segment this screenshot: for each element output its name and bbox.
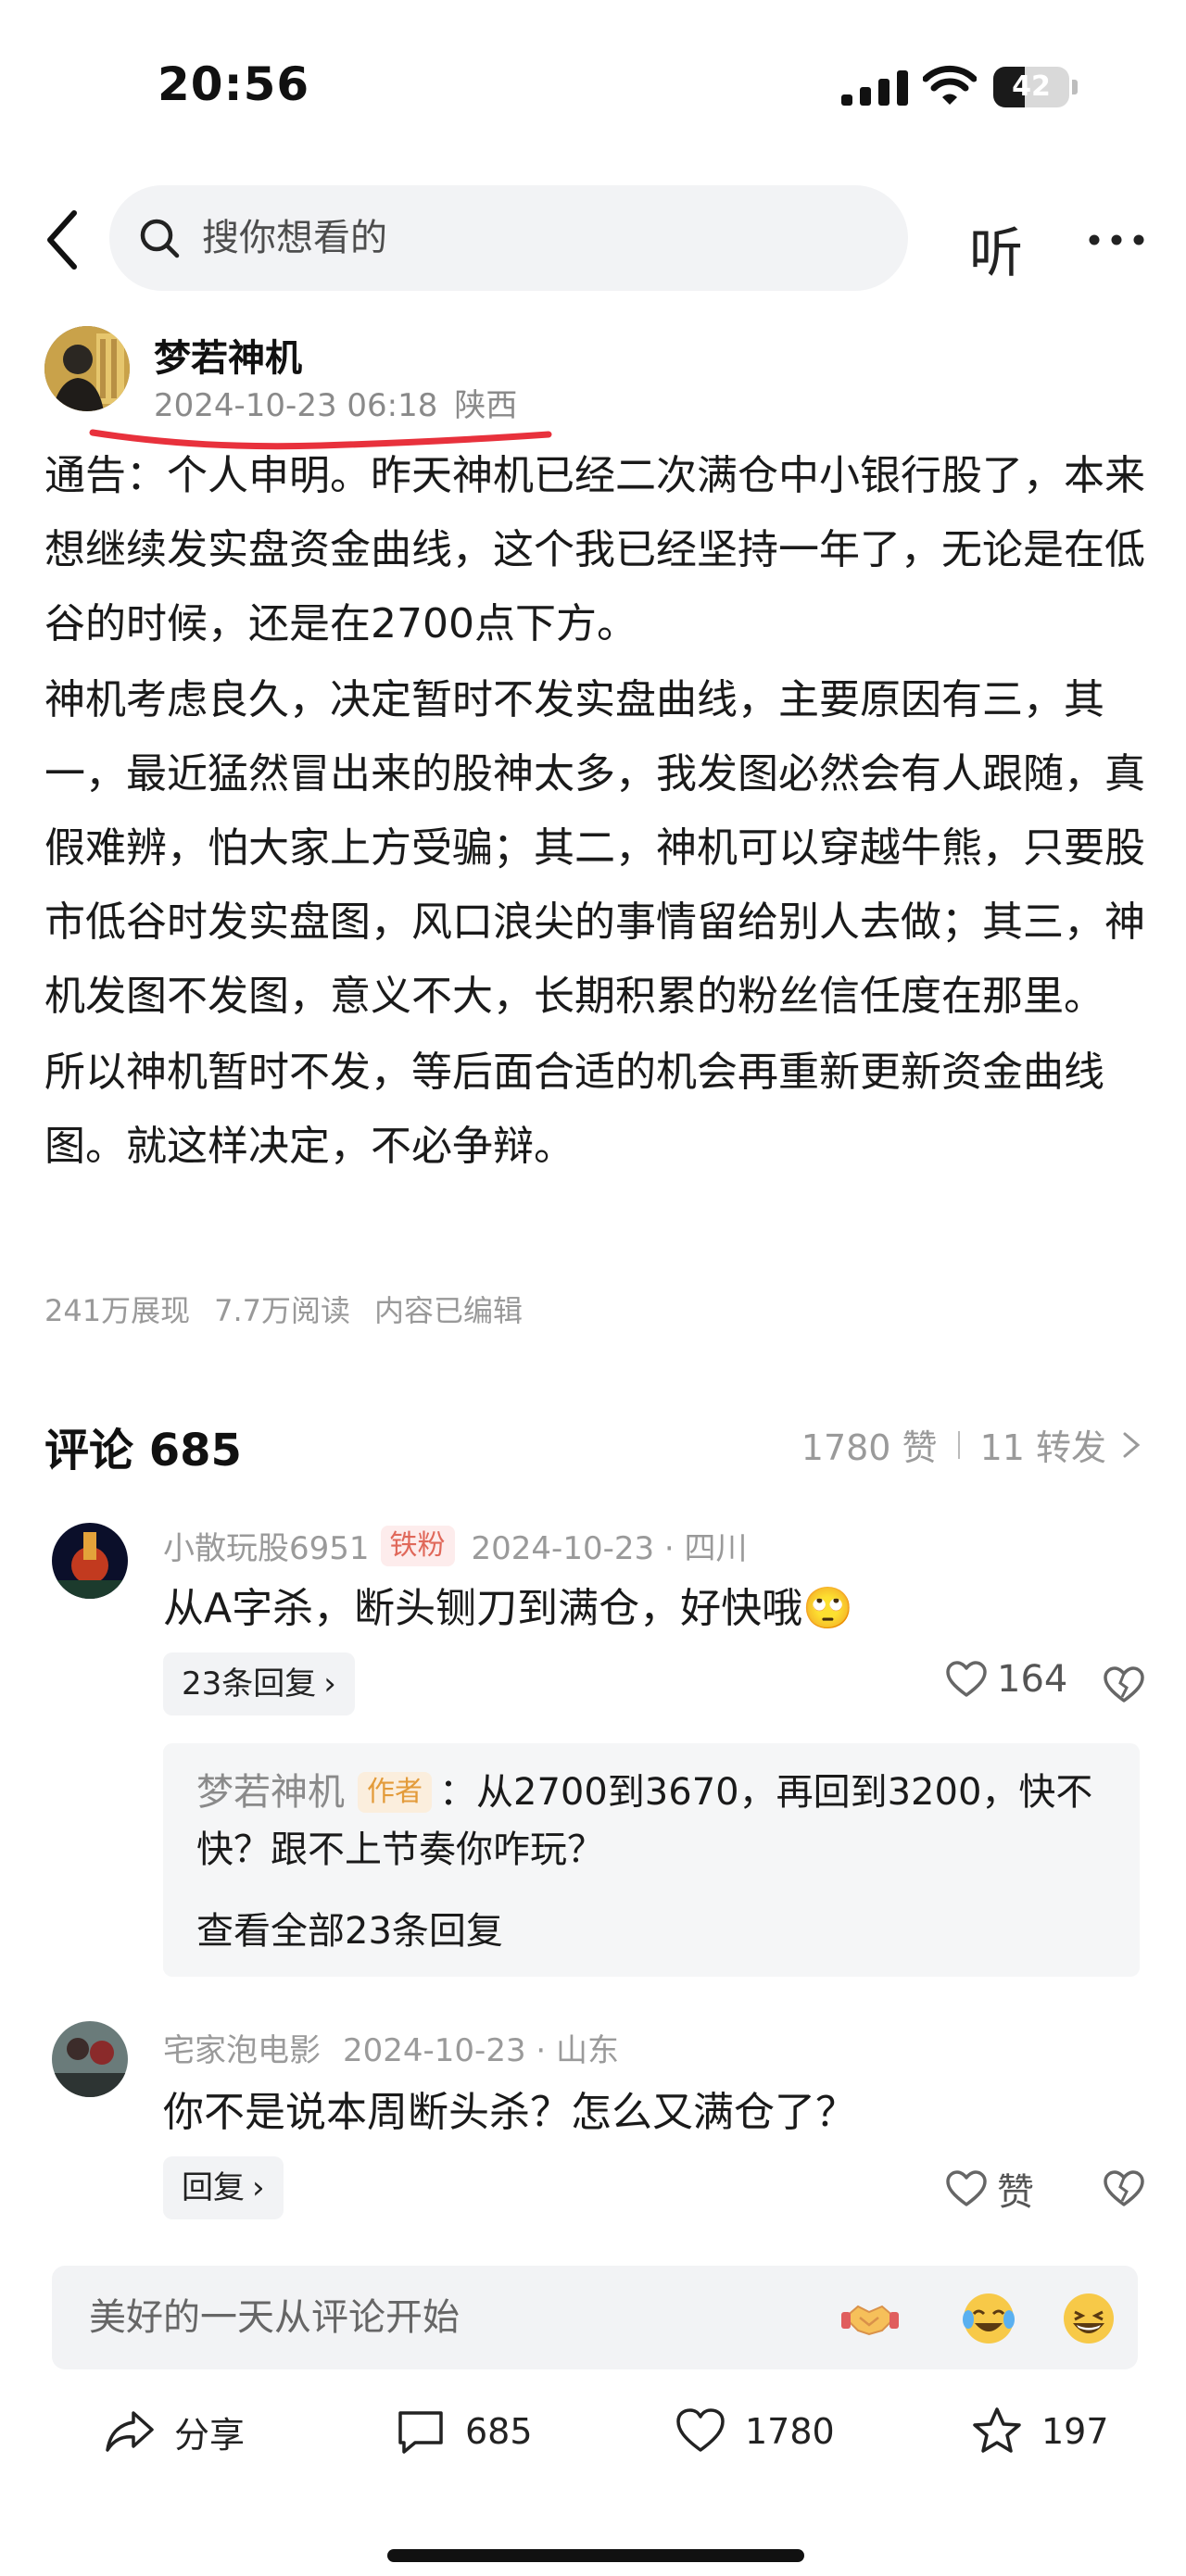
comment-like-count: 164 <box>997 1658 1068 1701</box>
battery-level: 42 <box>1012 70 1051 103</box>
likes-summary: 1780 赞 <box>801 1427 938 1468</box>
chevron-right-icon: › <box>252 2169 265 2206</box>
reply-label: 回复 <box>182 2169 245 2206</box>
share-icon <box>106 2411 154 2452</box>
post-paragraph: 神机考虑良久，决定暂时不发实盘曲线，主要原因有三，其一，最近猛然冒出来的股神太多… <box>44 676 1145 1020</box>
commenter-name[interactable]: 宅家泡电影 <box>163 2025 321 2070</box>
reply-author[interactable]: 梦若神机 <box>196 1771 345 1814</box>
commenter-avatar[interactable] <box>52 2021 128 2097</box>
share-button[interactable]: 分享 <box>104 2399 245 2464</box>
fan-badge: 铁粉 <box>380 1525 455 1566</box>
wifi-icon <box>923 65 977 105</box>
heart-outline-icon <box>946 1661 987 1697</box>
edited-label: 内容已编辑 <box>374 1293 524 1328</box>
comment-meta: 宅家泡电影 2024-10-23 · 山东 <box>163 2025 619 2070</box>
status-time: 20:56 <box>158 57 310 111</box>
divider <box>957 1430 960 1459</box>
view-replies-button[interactable]: 23条回复 › <box>163 1652 355 1715</box>
comment-like-count: 赞 <box>997 2171 1034 2214</box>
battery-indicator: 42 <box>993 67 1079 107</box>
comment-like-button[interactable]: 164 <box>945 1658 1067 1701</box>
author-badge: 作者 <box>358 1772 432 1813</box>
comment-input-bar[interactable] <box>52 2266 1138 2369</box>
comment-icon <box>398 2411 443 2454</box>
view-all-replies-link[interactable]: 查看全部23条回复 <box>196 1901 503 1954</box>
post-date: 2024-10-23 06:18 <box>154 387 438 424</box>
comment-date: 2024-10-23 · 四川 <box>471 1530 748 1567</box>
comment-like-button[interactable]: 赞 <box>945 2162 1034 2216</box>
listen-button[interactable]: 听 <box>969 209 1023 287</box>
post-location: 陕西 <box>454 387 518 424</box>
commenter-name[interactable]: 小散玩股6951 <box>163 1523 370 1568</box>
comments-count: 685 <box>465 2411 533 2452</box>
author-name[interactable]: 梦若神机 <box>154 328 302 382</box>
crying-laughing-emoji[interactable] <box>960 2290 1017 2347</box>
comments-title: 评论 685 <box>44 1425 242 1476</box>
home-indicator[interactable] <box>387 2549 804 2562</box>
reads-count: 7.7万阅读 <box>214 1293 350 1328</box>
reply-preview[interactable]: 梦若神机 作者 ：从2700到3670，再回到3200，快不快？跟不上节奏你咋玩？ … <box>163 1743 1140 1977</box>
comment-text[interactable]: 你不是说本周断头杀？怎么又满仓了？ <box>163 2079 856 2138</box>
chevron-right-icon: › <box>323 1665 336 1703</box>
more-options-icon[interactable] <box>1088 233 1145 246</box>
likes-count: 1780 <box>745 2411 835 2452</box>
grinning-emoji[interactable] <box>1060 2290 1117 2347</box>
reply-text-line: 梦若神机 作者 ：从2700到3670，再回到3200，快不快？跟不上节奏你咋玩？ <box>196 1764 1114 1879</box>
shares-summary: 11 转发 <box>979 1427 1106 1468</box>
status-bar: 20:56 42 <box>0 0 1186 167</box>
dislike-icon[interactable] <box>1103 1665 1145 1704</box>
search-icon <box>140 219 180 258</box>
share-label: 分享 <box>174 2414 246 2456</box>
author-avatar[interactable] <box>44 326 130 411</box>
search-input[interactable] <box>202 185 869 291</box>
comment-input[interactable] <box>89 2266 793 2369</box>
engagement-summary[interactable]: 1780 赞 11 转发 <box>801 1419 1142 1470</box>
favorites-count: 197 <box>1041 2411 1109 2452</box>
post-meta: 2024-10-23 06:18 陕西 <box>154 380 534 425</box>
back-arrow-icon[interactable] <box>41 207 85 272</box>
chevron-right-icon <box>1123 1432 1141 1457</box>
commenter-avatar[interactable] <box>52 1523 128 1599</box>
heart-outline-icon <box>676 2408 725 2452</box>
signal-icon <box>841 70 908 106</box>
post-stats: 241万展现 7.7万阅读 内容已编辑 <box>44 1288 547 1330</box>
post-body: 通告：个人申明。昨天神机已经二次满仓中小银行股了，本来想继续发实盘资金曲线，这个… <box>44 439 1147 1184</box>
comment-meta: 小散玩股6951 铁粉 2024-10-23 · 四川 <box>163 1523 748 1568</box>
dislike-icon[interactable] <box>1103 2169 1145 2208</box>
views-count: 241万展现 <box>44 1293 191 1328</box>
favorite-button[interactable]: 197 <box>971 2399 1109 2464</box>
comment-date: 2024-10-23 · 山东 <box>343 2032 620 2069</box>
comment-text[interactable]: 从A字杀，断头铡刀到满仓，好快哦🙄 <box>163 1575 853 1634</box>
post-paragraph: 通告：个人申明。昨天神机已经二次满仓中小银行股了，本来想继续发实盘资金曲线，这个… <box>44 452 1145 647</box>
star-outline-icon <box>973 2407 1021 2453</box>
handshake-emoji[interactable] <box>841 2290 899 2347</box>
reply-button[interactable]: 回复 › <box>163 2156 284 2219</box>
comments-button[interactable]: 685 <box>395 2399 533 2464</box>
reply-count-label: 23条回复 <box>182 1665 317 1703</box>
search-bar[interactable] <box>109 185 908 291</box>
heart-outline-icon <box>946 2170 987 2206</box>
like-button[interactable]: 1780 <box>675 2399 835 2464</box>
post-paragraph: 所以神机暂时不发，等后面合适的机会再重新更新资金曲线图。就这样决定，不必争辩。 <box>44 1049 1104 1170</box>
